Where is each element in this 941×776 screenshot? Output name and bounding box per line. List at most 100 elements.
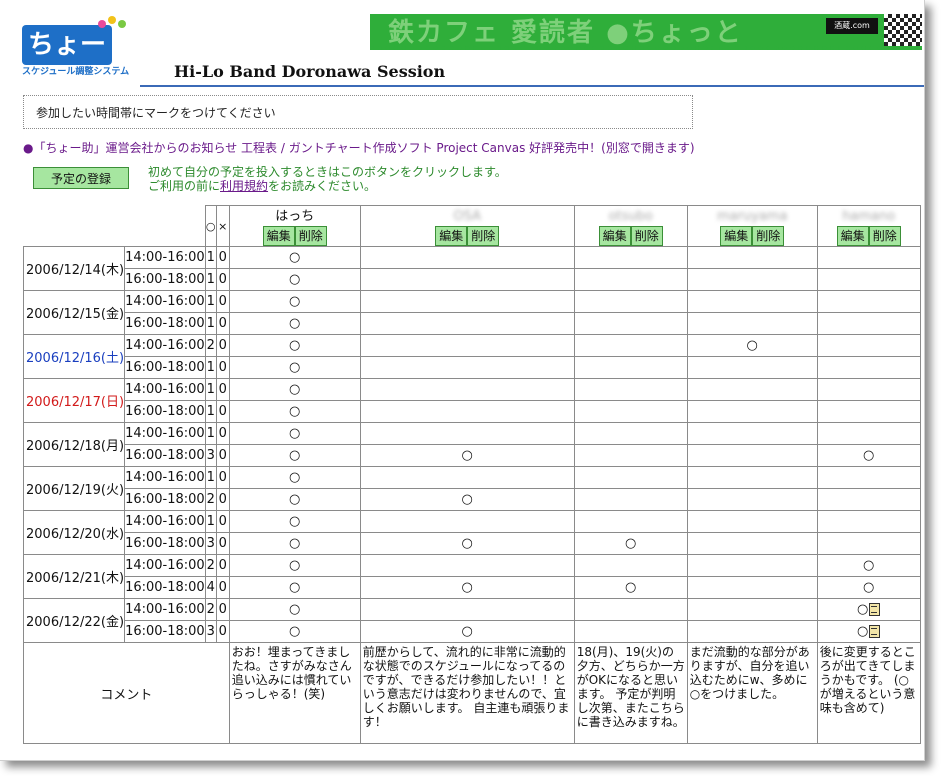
availability-cell: ○ [816, 576, 921, 599]
availability-cell: ○ [816, 620, 921, 643]
availability-cell [816, 378, 921, 401]
availability-cell: ○ [686, 334, 818, 357]
availability-cell [573, 312, 688, 335]
page-title: Hi-Lo Band Doronawa Session [174, 62, 446, 81]
ad-banner[interactable]: 鉄カフェ 愛読者 ●ちょっと 酒蔵.com [370, 14, 922, 50]
availability-mark: ○ [461, 536, 473, 551]
availability-cell [359, 356, 575, 379]
availability-cell: ○ [228, 268, 361, 291]
availability-mark: ○ [289, 624, 301, 639]
comment-row: コメント おお！埋まってきましたね。さすがみなさん追い込みには慣れていらっしゃる！… [23, 642, 921, 744]
member-comment: 後に変更するところが出てきてしまうかもです。 (○が増えるという意味も含めて) [816, 642, 921, 744]
availability-cell [573, 422, 688, 445]
delete-button[interactable]: 削除 [868, 226, 901, 246]
ng-count: 0 [215, 510, 230, 533]
delete-button[interactable]: 削除 [752, 226, 785, 246]
availability-cell [816, 422, 921, 445]
availability-cell: ○ [228, 400, 361, 423]
availability-mark: ○ [863, 448, 875, 463]
ng-count: 0 [215, 620, 230, 643]
edit-button[interactable]: 編集 [598, 226, 631, 246]
header-blank [24, 206, 125, 247]
page: ちょー助 スケジュール調整システム 鉄カフェ 愛読者 ●ちょっと 酒蔵.com … [0, 0, 925, 761]
ng-count: 0 [215, 400, 230, 423]
ng-count: 0 [215, 554, 230, 577]
register-schedule-button[interactable]: 予定の登録 [33, 167, 129, 189]
edit-button[interactable]: 編集 [720, 226, 753, 246]
edit-button[interactable]: 編集 [836, 226, 869, 246]
time-slot: 16:00-18:00 [124, 488, 206, 511]
terms-link[interactable]: 利用規約 [220, 179, 268, 193]
availability-mark: ○ [289, 426, 301, 441]
time-slot: 14:00-16:00 [124, 378, 206, 401]
ok-count: 1 [204, 312, 217, 335]
ok-count: 3 [204, 620, 217, 643]
availability-cell [816, 312, 921, 335]
availability-mark: ○ [289, 470, 301, 485]
member-header: OSA 編集 削除 [359, 205, 575, 247]
date-cell: 2006/12/19(火) [22, 466, 126, 511]
schedule-row: 16:00-18:00 3 0 ○ ○ ○ [24, 444, 921, 467]
banner-badge: 酒蔵.com [826, 18, 878, 34]
date-cell: 2006/12/15(金) [22, 290, 126, 335]
ok-count: 3 [204, 444, 217, 467]
time-slot: 16:00-18:00 [124, 576, 206, 599]
ng-count: 0 [215, 378, 230, 401]
availability-cell [686, 488, 818, 511]
availability-cell: ○ [816, 554, 921, 577]
availability-mark: ○ [746, 338, 758, 353]
member-name: otsubo [608, 209, 653, 224]
delete-button[interactable]: 削除 [294, 226, 327, 246]
availability-cell: ○ [228, 356, 361, 379]
time-slot: 16:00-18:00 [124, 356, 206, 379]
availability-cell: ○ [228, 532, 361, 555]
memo-icon[interactable] [869, 625, 881, 638]
availability-cell [816, 532, 921, 555]
availability-cell [573, 620, 688, 643]
availability-cell [686, 356, 818, 379]
time-slot: 16:00-18:00 [124, 312, 206, 335]
availability-mark: ○ [461, 580, 473, 595]
availability-cell [359, 422, 575, 445]
member-actions: 編集 削除 [262, 226, 327, 246]
member-actions: 編集 削除 [598, 226, 663, 246]
availability-mark: ○ [289, 250, 301, 265]
time-slot: 16:00-18:00 [124, 400, 206, 423]
date-cell: 2006/12/20(水) [22, 510, 126, 555]
ok-count: 2 [204, 554, 217, 577]
logo-subtitle: スケジュール調整システム [22, 67, 130, 77]
availability-cell [686, 444, 818, 467]
ok-count: 4 [204, 576, 217, 599]
availability-cell [359, 598, 575, 621]
availability-cell: ○ [573, 532, 688, 555]
ng-count: 0 [215, 356, 230, 379]
site-logo[interactable]: ちょー助 スケジュール調整システム [22, 16, 134, 100]
ok-count: 2 [204, 598, 217, 621]
availability-mark: ○ [289, 448, 301, 463]
availability-cell [573, 400, 688, 423]
availability-cell [573, 290, 688, 313]
ng-count: 0 [215, 246, 230, 269]
member-name: hamano [842, 209, 896, 224]
edit-button[interactable]: 編集 [435, 226, 468, 246]
edit-button[interactable]: 編集 [262, 226, 295, 246]
ok-count: 1 [204, 356, 217, 379]
delete-button[interactable]: 削除 [630, 226, 663, 246]
register-info-line1: 初めて自分の予定を投入するときはこのボタンをクリックします。 [148, 165, 507, 179]
date-cell: 2006/12/22(金) [22, 598, 126, 643]
register-info-pre: ご利用の前に [148, 179, 221, 193]
ok-count: 1 [204, 246, 217, 269]
schedule-row: 16:00-18:00 1 0 ○ [24, 312, 921, 335]
delete-button[interactable]: 削除 [467, 226, 500, 246]
schedule-row: 2006/12/21(木) 14:00-16:00 2 0 ○ ○ [22, 554, 921, 599]
news-link[interactable]: ●「ちょー助」運営会社からのお知らせ 工程表 / ガントチャート作成ソフト Pr… [23, 139, 695, 156]
availability-cell [573, 356, 688, 379]
availability-cell: ○ [228, 466, 361, 489]
availability-cell [573, 466, 688, 489]
ok-count: 1 [204, 400, 217, 423]
member-header: maruyama 編集 削除 [686, 205, 818, 247]
time-slot: 14:00-16:00 [124, 290, 206, 313]
availability-cell [686, 466, 818, 489]
availability-cell [359, 554, 575, 577]
memo-icon[interactable] [869, 603, 881, 616]
